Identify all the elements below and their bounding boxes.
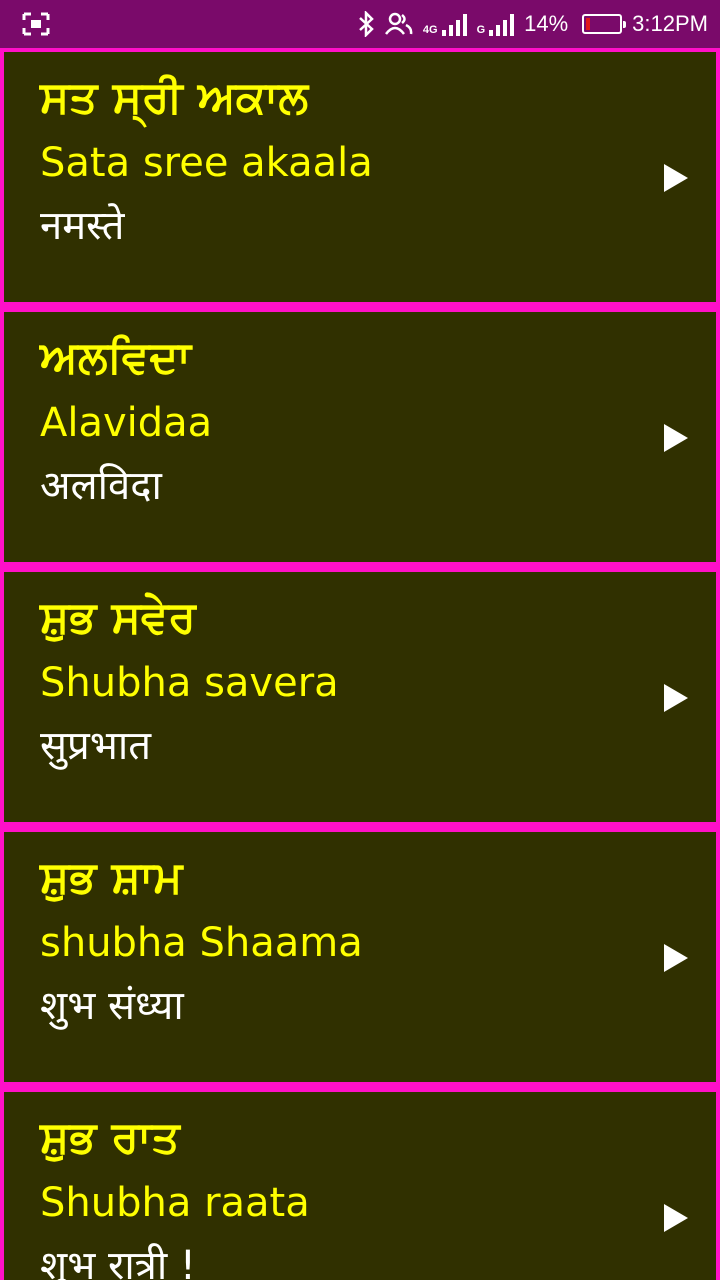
phrase-card[interactable]: ਸ਼ੁਭ ਰਾਤ Shubha raata शुभ रात्री ! <box>4 1092 716 1280</box>
contacts-icon <box>384 12 413 35</box>
signal-icon-2: G <box>477 12 515 36</box>
punjabi-text: ਅਲਵਿਦਾ <box>40 332 192 383</box>
punjabi-text: ਸ਼ੁਭ ਰਾਤ <box>40 1112 180 1163</box>
screenshot-icon <box>22 12 50 36</box>
signal-icon: 4G <box>423 12 467 36</box>
phrase-card[interactable]: ਅਲਵਿਦਾ Alavidaa अलविदा <box>4 312 716 562</box>
network-label-2: G <box>476 24 486 36</box>
phrase-card[interactable]: ਸਤ ਸ੍ਰੀ ਅਕਾਲ Sata sree akaala नमस्ते <box>4 52 716 302</box>
transliteration-text: shubha Shaama <box>40 920 363 966</box>
bluetooth-icon <box>359 11 374 37</box>
battery-icon <box>582 14 627 34</box>
hindi-text: अलविदा <box>40 463 162 509</box>
punjabi-text: ਸ਼ੁਭ ਸਵੇਰ <box>40 592 196 643</box>
hindi-text: शुभ रात्री ! <box>40 1243 196 1280</box>
transliteration-text: Shubha savera <box>40 660 339 706</box>
clock: 3:12PM <box>632 11 708 36</box>
hindi-text: सुप्रभात <box>40 723 152 769</box>
play-icon[interactable] <box>664 684 688 712</box>
play-icon[interactable] <box>664 1204 688 1232</box>
transliteration-text: Sata sree akaala <box>40 140 373 186</box>
battery-percent: 14% <box>524 11 569 36</box>
hindi-text: नमस्ते <box>40 203 125 249</box>
phrase-card[interactable]: ਸ਼ੁਭ ਸਵੇਰ Shubha savera सुप्रभात <box>4 572 716 822</box>
transliteration-text: Shubha raata <box>40 1180 310 1226</box>
play-icon[interactable] <box>664 424 688 452</box>
network-label: 4G <box>422 24 438 36</box>
battery-level-fill <box>586 18 591 30</box>
punjabi-text: ਸਤ ਸ੍ਰੀ ਅਕਾਲ <box>40 72 309 123</box>
status-bar: 4G G 14% 3:12PM <box>0 0 720 48</box>
status-icons: 4G G 14% 3:12PM <box>357 0 708 48</box>
transliteration-text: Alavidaa <box>40 400 213 446</box>
play-icon[interactable] <box>664 944 688 972</box>
phrase-card[interactable]: ਸ਼ੁਭ ਸ਼ਾਮ shubha Shaama शुभ संध्या <box>4 832 716 1082</box>
play-icon[interactable] <box>664 164 688 192</box>
punjabi-text: ਸ਼ੁਭ ਸ਼ਾਮ <box>40 852 183 903</box>
hindi-text: शुभ संध्या <box>40 983 184 1029</box>
